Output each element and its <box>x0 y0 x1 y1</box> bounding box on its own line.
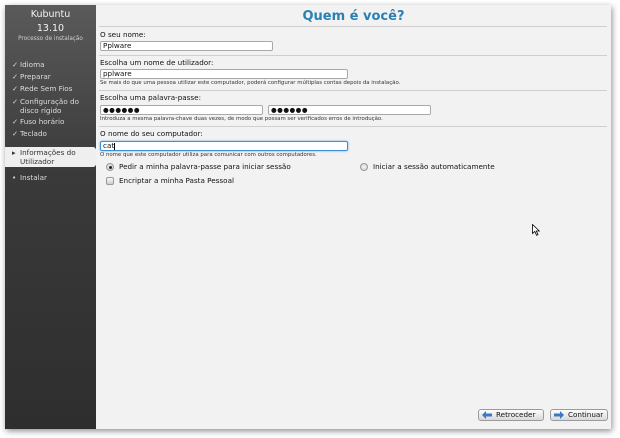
brand-subtitle: Processo de instalação <box>18 36 83 42</box>
check-icon: ✓ <box>12 84 19 93</box>
divider <box>99 126 607 127</box>
check-icon: ✓ <box>12 129 19 138</box>
step-disco: ✓ Configuração do disco rígido <box>12 97 92 115</box>
name-label: O seu nome: <box>100 30 146 39</box>
encrypt-home-checkbox[interactable] <box>106 177 114 185</box>
step-rede-sem-fios: ✓ Rede Sem Fios <box>12 84 72 93</box>
step-preparar: ✓ Preparar <box>12 72 51 81</box>
hostname-field[interactable]: cat <box>100 141 348 151</box>
name-field[interactable]: Pplware <box>100 41 273 51</box>
password-field[interactable]: ●●●●●● <box>100 105 263 115</box>
step-label: Informações do Utilizador <box>20 148 76 166</box>
login-auto-label[interactable]: Iniciar a sessão automaticamente <box>373 162 495 171</box>
back-button[interactable]: Retroceder <box>478 409 544 421</box>
step-label: Teclado <box>20 129 47 138</box>
step-label: Fuso horário <box>20 117 65 126</box>
brand-name: Kubuntu <box>30 9 71 20</box>
installer-window: Kubuntu 13.10 Processo de instalação ✓ I… <box>5 5 611 429</box>
step-label: Preparar <box>20 72 51 81</box>
page-title: Quem é você? <box>302 9 405 24</box>
step-label: Rede Sem Fios <box>20 84 73 93</box>
mouse-pointer-icon <box>532 224 540 236</box>
next-button-label: Continuar <box>568 410 604 419</box>
password-confirm-field[interactable]: ●●●●●● <box>268 105 431 115</box>
bullet-icon: • <box>12 173 17 182</box>
password-hint: Introduza a mesma palavra-chave duas vez… <box>100 116 383 122</box>
login-auto-radio[interactable] <box>360 163 368 171</box>
step-label: Instalar <box>20 173 47 182</box>
username-field[interactable]: pplware <box>100 69 348 79</box>
arrow-right-icon <box>554 411 564 419</box>
username-hint: Se mais do que uma pessoa utilizar este … <box>100 80 401 86</box>
step-instalar: • Instalar <box>12 173 47 182</box>
step-informacoes-utilizador: ▸ Informações do Utilizador <box>5 147 96 167</box>
step-fuso-horario: ✓ Fuso horário <box>12 117 64 126</box>
divider <box>99 26 607 27</box>
next-button[interactable]: Continuar <box>550 409 608 421</box>
step-teclado: ✓ Teclado <box>12 129 47 138</box>
hostname-value: cat <box>103 141 115 150</box>
encrypt-home-label[interactable]: Encriptar a minha Pasta Pessoal <box>119 176 234 185</box>
hostname-label: O nome do seu computador: <box>100 129 203 138</box>
divider <box>99 90 607 91</box>
step-label: Configuração do disco rígido <box>20 97 79 115</box>
login-password-radio[interactable] <box>106 163 114 171</box>
check-icon: ✓ <box>12 72 19 81</box>
password-label: Escolha uma palavra-passe: <box>100 93 201 102</box>
sidebar: Kubuntu 13.10 Processo de instalação ✓ I… <box>5 5 96 429</box>
back-button-label: Retroceder <box>496 410 536 419</box>
step-idioma: ✓ Idioma <box>12 60 44 69</box>
arrow-left-icon <box>482 411 492 419</box>
arrow-right-icon: ▸ <box>12 148 16 157</box>
username-label: Escolha um nome de utilizador: <box>100 58 214 67</box>
check-icon: ✓ <box>12 60 19 69</box>
step-label: Idioma <box>20 60 45 69</box>
brand-version: 13.10 <box>36 23 65 34</box>
main-panel: Quem é você? O seu nome: Pplware Escolha… <box>96 5 611 429</box>
divider <box>99 55 607 56</box>
text-caret <box>114 142 116 150</box>
check-icon: ✓ <box>12 117 19 126</box>
hostname-hint: O nome que este computador utiliza para … <box>100 152 317 158</box>
check-icon: ✓ <box>12 97 19 106</box>
login-password-label[interactable]: Pedir a minha palavra-passe para iniciar… <box>119 162 291 171</box>
